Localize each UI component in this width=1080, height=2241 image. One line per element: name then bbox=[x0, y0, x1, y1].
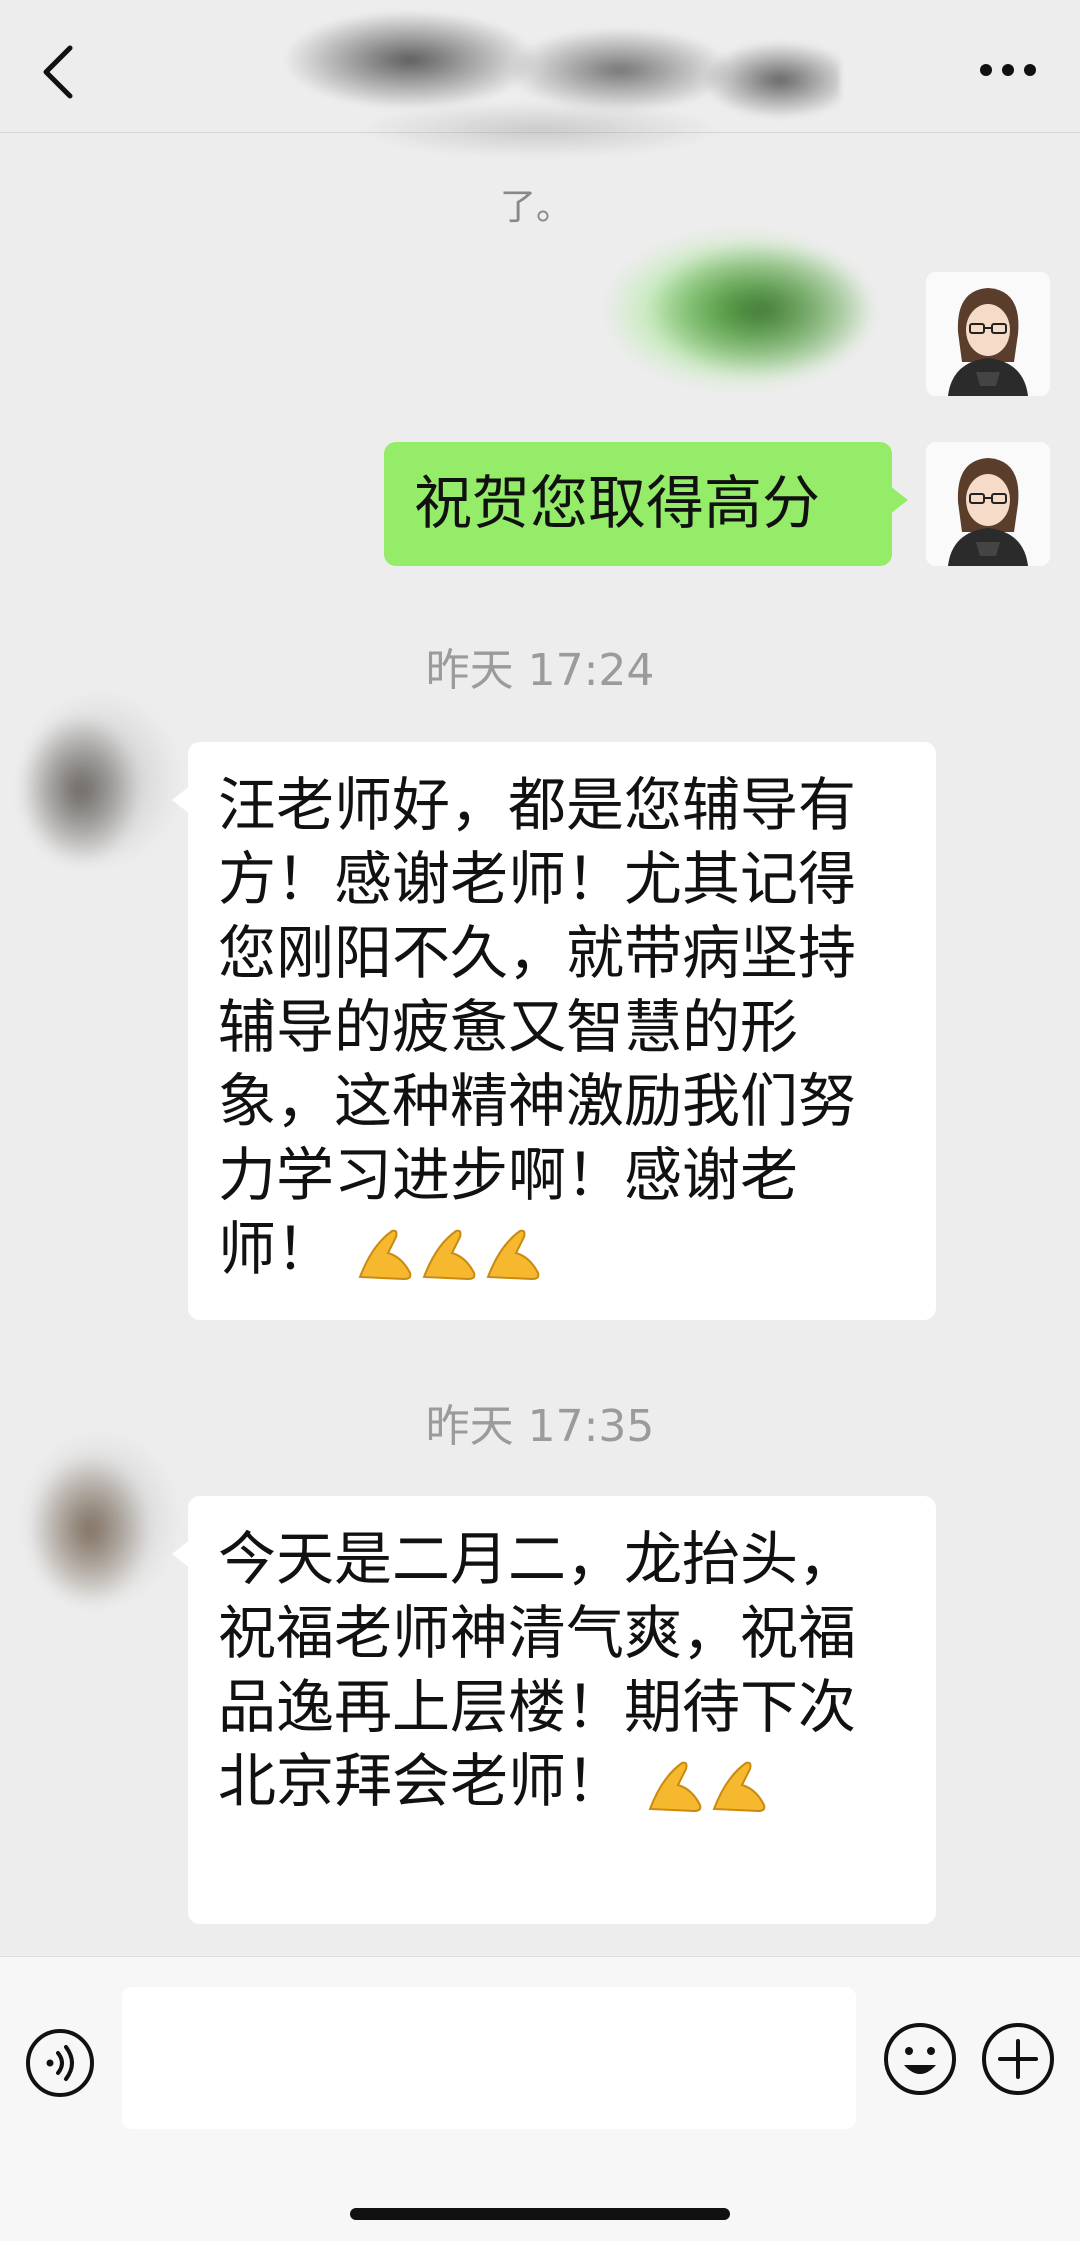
message-text: 汪老师好，都是您辅导有方！感谢老师！尤其记得您刚阳不久，就带病坚持辅导的疲惫又智… bbox=[218, 771, 857, 1283]
smiley-icon bbox=[884, 2023, 956, 2095]
emoji-button[interactable] bbox=[882, 2021, 958, 2097]
teacher-avatar-icon bbox=[926, 442, 1050, 566]
chevron-left-icon bbox=[43, 45, 73, 99]
incoming-message-bubble[interactable]: 汪老师好，都是您辅导有方！感谢老师！尤其记得您刚阳不久，就带病坚持辅导的疲惫又智… bbox=[172, 742, 936, 1320]
my-avatar[interactable] bbox=[926, 272, 1050, 396]
timestamp: 昨天 17:24 bbox=[425, 645, 655, 696]
incoming-message-bubble[interactable]: 今天是二月二，龙抬头，祝福老师神清气爽，祝福品逸再上层楼！期待下次北京拜会老师！ bbox=[172, 1496, 936, 1924]
obscured-outgoing-message bbox=[590, 210, 920, 410]
folded-hands-emoji bbox=[416, 1223, 480, 1283]
input-bar bbox=[0, 1956, 1080, 2241]
voice-button[interactable] bbox=[24, 2027, 96, 2099]
teacher-avatar-icon bbox=[926, 272, 1050, 396]
my-avatar[interactable] bbox=[926, 442, 1050, 566]
plus-icon bbox=[982, 2023, 1054, 2095]
contact-avatar-obscured[interactable] bbox=[0, 690, 190, 890]
folded-hands-emoji bbox=[642, 1755, 706, 1815]
contact-avatar-obscured[interactable] bbox=[0, 1430, 190, 1630]
outgoing-message-bubble[interactable]: 祝贺您取得高分 bbox=[384, 442, 908, 566]
plus-button[interactable] bbox=[980, 2021, 1056, 2097]
folded-hands-emoji bbox=[480, 1223, 544, 1283]
folded-hands-emoji bbox=[706, 1755, 770, 1815]
chat-title-obscured bbox=[240, 0, 840, 160]
back-button[interactable] bbox=[38, 44, 78, 100]
top-nav-bar bbox=[0, 0, 1080, 160]
home-indicator[interactable] bbox=[350, 2208, 730, 2220]
message-text: 祝贺您取得高分 bbox=[414, 469, 821, 537]
message-input[interactable] bbox=[122, 1987, 856, 2129]
more-button[interactable] bbox=[976, 52, 1040, 88]
clipped-message-text: 了。 bbox=[500, 187, 573, 228]
folded-hands-emoji bbox=[352, 1223, 416, 1283]
more-dots-icon bbox=[980, 64, 1036, 76]
voice-icon bbox=[26, 2029, 94, 2097]
